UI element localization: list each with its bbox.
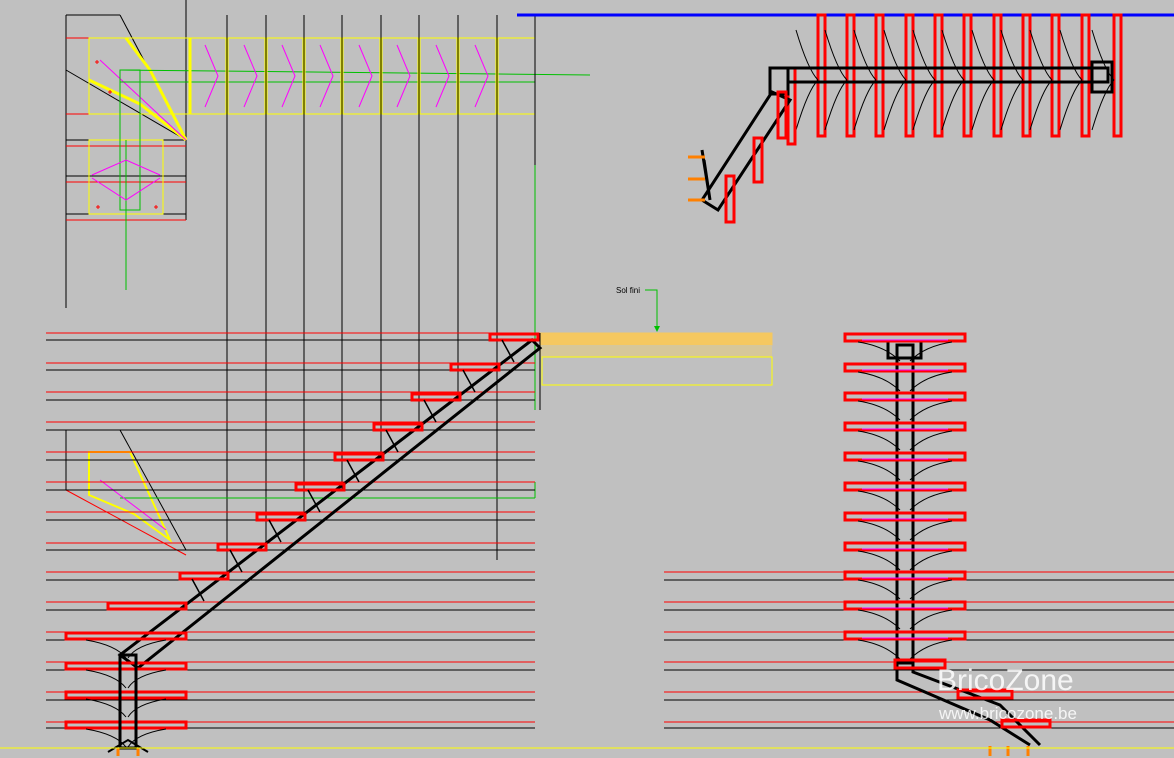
floor-annotation-label: Sol fini xyxy=(616,286,640,295)
stair-tread xyxy=(64,690,188,700)
plan-tread xyxy=(904,13,915,138)
plan-tread xyxy=(992,13,1003,138)
plan-tread xyxy=(845,13,856,138)
floor-section: Sol fini xyxy=(539,286,773,410)
finished-floor-slab xyxy=(539,332,773,346)
plan-view xyxy=(65,0,591,580)
stair-tread xyxy=(178,571,230,581)
plan-tread xyxy=(933,13,944,138)
stair-tread xyxy=(106,601,188,611)
stair-tread xyxy=(64,631,188,641)
main-stringer xyxy=(117,338,543,670)
plan-tread xyxy=(962,13,973,138)
plan-tread xyxy=(1080,13,1091,138)
plan-tread xyxy=(1050,13,1061,138)
watermark-url: www.bricozone.be xyxy=(938,704,1077,723)
plan-tread xyxy=(874,13,885,138)
plan-tread xyxy=(1021,13,1032,138)
plan-tread xyxy=(1112,13,1123,138)
stair-tread xyxy=(64,720,188,730)
stair-tread xyxy=(64,661,188,671)
right-elevation xyxy=(664,332,1174,756)
plan-view-right xyxy=(517,13,1174,224)
stair-tread xyxy=(294,482,346,492)
staircase-drawing: Sol fini BricoZone www.bricozone.be xyxy=(0,0,1174,756)
cad-drawing-canvas: Sol fini BricoZone www.bricozone.be xyxy=(0,0,1174,758)
plan-tread xyxy=(816,13,827,138)
stair-tread xyxy=(255,512,307,522)
left-elevation xyxy=(46,332,543,756)
watermark: BricoZone www.bricozone.be xyxy=(937,664,1077,723)
watermark-title: BricoZone xyxy=(937,664,1074,697)
